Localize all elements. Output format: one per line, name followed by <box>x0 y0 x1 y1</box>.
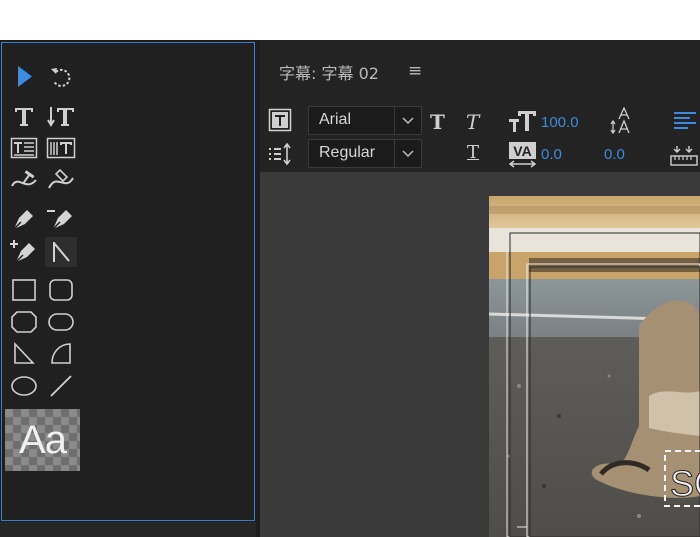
templates-icon <box>268 108 292 132</box>
selection-tool[interactable] <box>8 62 40 92</box>
kerning-icon: VA <box>508 141 538 173</box>
clipped-corner-rectangle-tool-icon <box>11 311 37 333</box>
title-style-swatch[interactable]: Aa <box>5 409 80 471</box>
type-tool-icon <box>15 108 33 126</box>
underline-button[interactable]: T <box>467 142 479 163</box>
baseline-shift-icon <box>609 106 635 139</box>
rectangle-tool-icon <box>12 279 36 301</box>
kerning-value[interactable]: 0.0 <box>541 146 562 163</box>
italic-button[interactable]: T <box>466 110 479 134</box>
rounded-corner-rectangle-tool[interactable] <box>45 307 77 337</box>
line-tool-icon <box>50 375 72 397</box>
pen-tool-icon <box>13 210 33 230</box>
align-left-button[interactable] <box>672 110 698 138</box>
vertical-area-type-tool-icon <box>46 137 76 159</box>
vertical-area-type-tool[interactable] <box>45 133 77 163</box>
font-size-icon <box>508 109 538 137</box>
vertical-path-type-tool[interactable] <box>45 166 77 196</box>
area-type-tool-icon <box>10 137 38 159</box>
tracking-value[interactable]: 0.0 <box>604 146 625 163</box>
chevron-down-icon <box>394 107 421 134</box>
leading-icon <box>269 142 291 166</box>
bold-button[interactable]: T <box>430 110 445 134</box>
selection-arrow-icon <box>18 66 32 87</box>
arc-tool-icon <box>51 343 71 364</box>
delete-anchor-point-tool[interactable] <box>45 204 77 234</box>
leading-button[interactable] <box>267 142 293 169</box>
font-style-dropdown[interactable]: Regular <box>308 139 422 168</box>
chevron-down-icon <box>394 140 421 167</box>
tools-panel-footer <box>0 522 256 537</box>
tab-stops-button[interactable] <box>670 144 698 172</box>
svg-text:SC: SC <box>670 463 700 504</box>
title-tools-panel: Aa <box>1 42 255 521</box>
vertical-path-type-tool-icon <box>48 168 74 189</box>
font-style-value: Regular <box>319 144 376 161</box>
rounded-corner-rectangle-tool-icon <box>48 313 74 331</box>
area-type-tool[interactable] <box>8 133 40 163</box>
pen-tool[interactable] <box>8 204 40 234</box>
rotation-tool[interactable] <box>45 62 77 92</box>
title-properties-toolbar: Arial Regular T T T 100.0 VA 0.0 0.0 <box>260 100 700 172</box>
templates-button[interactable] <box>268 108 292 136</box>
ellipse-tool-icon <box>11 376 37 396</box>
rectangle-tool[interactable] <box>8 275 40 305</box>
align-left-icon <box>674 112 696 129</box>
premiere-legacy-title-window: Aa 字幕: 字幕 02 ≡ Arial Regular T T T 100.0… <box>0 40 700 537</box>
convert-anchor-point-tool[interactable] <box>45 237 77 267</box>
panel-title: 字幕: 字幕 02 <box>279 64 379 83</box>
arc-tool[interactable] <box>45 339 77 369</box>
svg-text:VA: VA <box>513 143 531 159</box>
add-anchor-point-tool[interactable] <box>8 237 40 267</box>
convert-anchor-point-icon <box>53 242 70 262</box>
vertical-type-tool-icon <box>47 107 74 127</box>
title-designer-panel: 字幕: 字幕 02 ≡ Arial Regular T T T 100.0 VA… <box>260 40 700 537</box>
panel-menu-icon[interactable]: ≡ <box>408 61 422 81</box>
video-frame-image: SC <box>489 196 700 537</box>
path-type-tool[interactable] <box>8 166 40 196</box>
style-swatch-label: Aa <box>19 417 67 462</box>
type-tool[interactable] <box>8 101 40 131</box>
wedge-tool[interactable] <box>8 339 40 369</box>
vertical-type-tool[interactable] <box>45 101 77 131</box>
path-type-tool-icon <box>11 170 37 187</box>
delete-anchor-point-icon <box>47 210 72 230</box>
wedge-tool-icon <box>14 342 35 364</box>
clipped-corner-rectangle-tool[interactable] <box>8 307 40 337</box>
font-size-value[interactable]: 100.0 <box>541 114 579 131</box>
tab-stops-icon <box>670 146 698 166</box>
ellipse-tool[interactable] <box>8 371 40 401</box>
rounded-rectangle-tool-icon <box>49 279 73 301</box>
rotate-icon <box>51 68 71 87</box>
add-anchor-point-icon <box>10 240 35 263</box>
title-canvas[interactable]: SC <box>260 172 700 537</box>
font-family-value: Arial <box>319 111 352 128</box>
line-tool[interactable] <box>45 371 77 401</box>
video-frame: SC <box>489 196 700 537</box>
font-family-dropdown[interactable]: Arial <box>308 106 422 135</box>
rounded-rectangle-tool[interactable] <box>45 275 77 305</box>
